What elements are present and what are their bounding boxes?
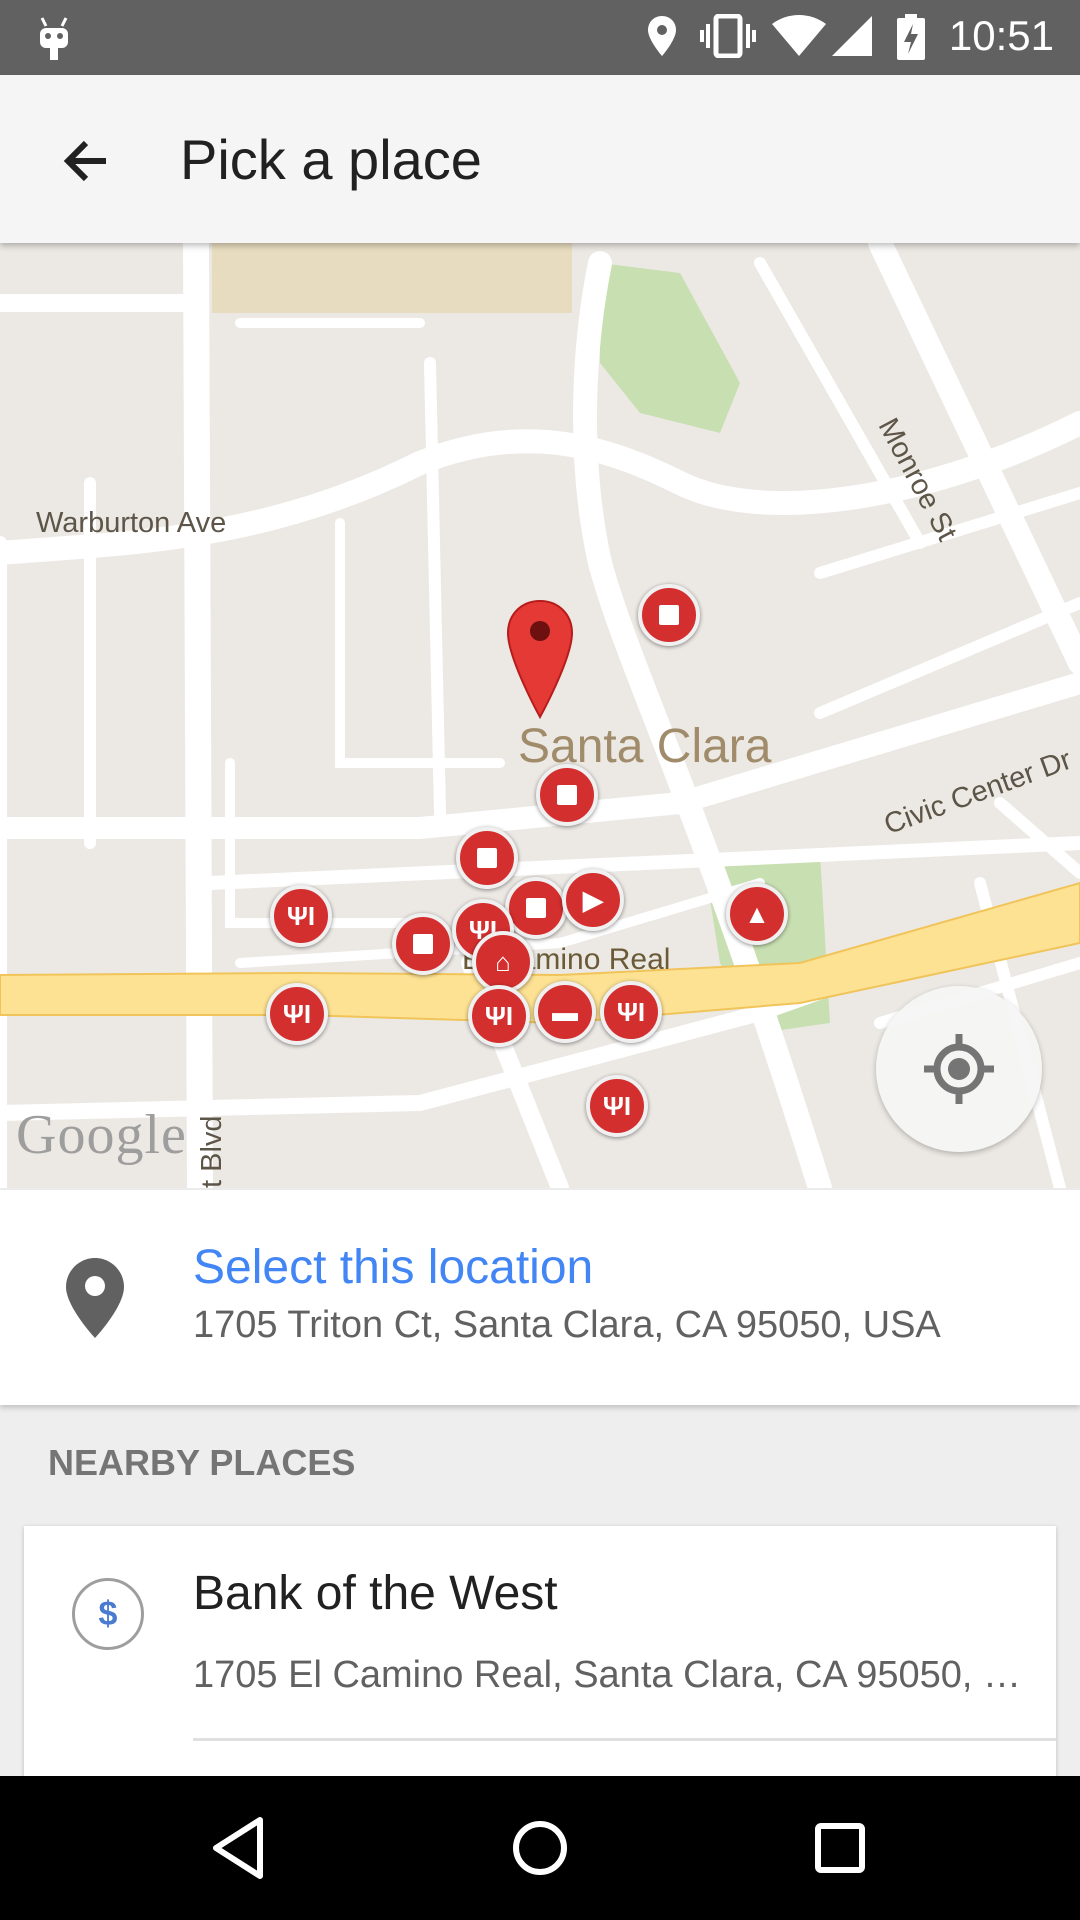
- location-icon: [646, 14, 678, 63]
- select-location-link[interactable]: Select this location: [193, 1240, 593, 1295]
- vibrate-icon: [700, 13, 756, 63]
- map-label-warburton: Warburton Ave: [36, 507, 227, 539]
- store-icon[interactable]: [638, 584, 700, 646]
- status-time: 10:51: [948, 12, 1054, 59]
- select-location-row[interactable]: Select this location 1705 Triton Ct, San…: [0, 1190, 1080, 1405]
- store-icon[interactable]: [456, 827, 518, 889]
- store-icon[interactable]: [392, 913, 454, 975]
- google-logo: Google: [16, 1104, 187, 1166]
- map-label-blvd: t Blvd: [196, 1115, 228, 1188]
- android-icon: [36, 14, 72, 67]
- restaurant-icon[interactable]: ΨΙ: [468, 985, 530, 1047]
- restaurant-icon[interactable]: ΨΙ: [600, 981, 662, 1043]
- selected-address: 1705 Triton Ct, Santa Clara, CA 95050, U…: [193, 1304, 941, 1346]
- divider: [193, 1738, 1056, 1741]
- store-icon[interactable]: [536, 764, 598, 826]
- place-name: Bank of the West: [193, 1567, 558, 1620]
- list-item[interactable]: $ Bank of the West 1705 El Camino Real, …: [24, 1526, 1056, 1786]
- wifi-icon: [770, 14, 828, 63]
- app-bar: Pick a place: [0, 75, 1080, 243]
- map-view[interactable]: Warburton Ave Monroe St Santa Clara Civi…: [0, 243, 1080, 1188]
- back-nav-icon[interactable]: [198, 1806, 282, 1890]
- status-bar: 10:51: [0, 0, 1080, 75]
- signal-icon: [830, 14, 874, 63]
- navigation-bar: [0, 1776, 1080, 1920]
- my-location-button[interactable]: [876, 986, 1042, 1152]
- place-pin-icon: [64, 1256, 126, 1345]
- crosshair-icon: [924, 1034, 994, 1104]
- arrow-back-icon[interactable]: [56, 131, 116, 191]
- restaurant-icon[interactable]: ΨΙ: [266, 983, 328, 1045]
- battery-charging-icon: [896, 14, 926, 65]
- restaurant-icon[interactable]: ΨΙ: [586, 1075, 648, 1137]
- home-nav-icon[interactable]: [498, 1806, 582, 1890]
- hotel-icon[interactable]: ▬: [534, 981, 596, 1043]
- place-address: 1705 El Camino Real, Santa Clara, CA 950…: [193, 1654, 1033, 1696]
- movie-icon[interactable]: ▶: [562, 869, 624, 931]
- restaurant-icon[interactable]: ΨΙ: [270, 885, 332, 947]
- park-icon[interactable]: ▲: [726, 883, 788, 945]
- shopping-icon[interactable]: ⌂: [472, 931, 534, 993]
- location-marker-icon[interactable]: [504, 599, 576, 724]
- store-icon[interactable]: [505, 877, 567, 939]
- nearby-places-header: NEARBY PLACES: [48, 1442, 356, 1483]
- page-title: Pick a place: [180, 128, 482, 191]
- bank-icon: $: [72, 1578, 144, 1650]
- recents-nav-icon[interactable]: [798, 1806, 882, 1890]
